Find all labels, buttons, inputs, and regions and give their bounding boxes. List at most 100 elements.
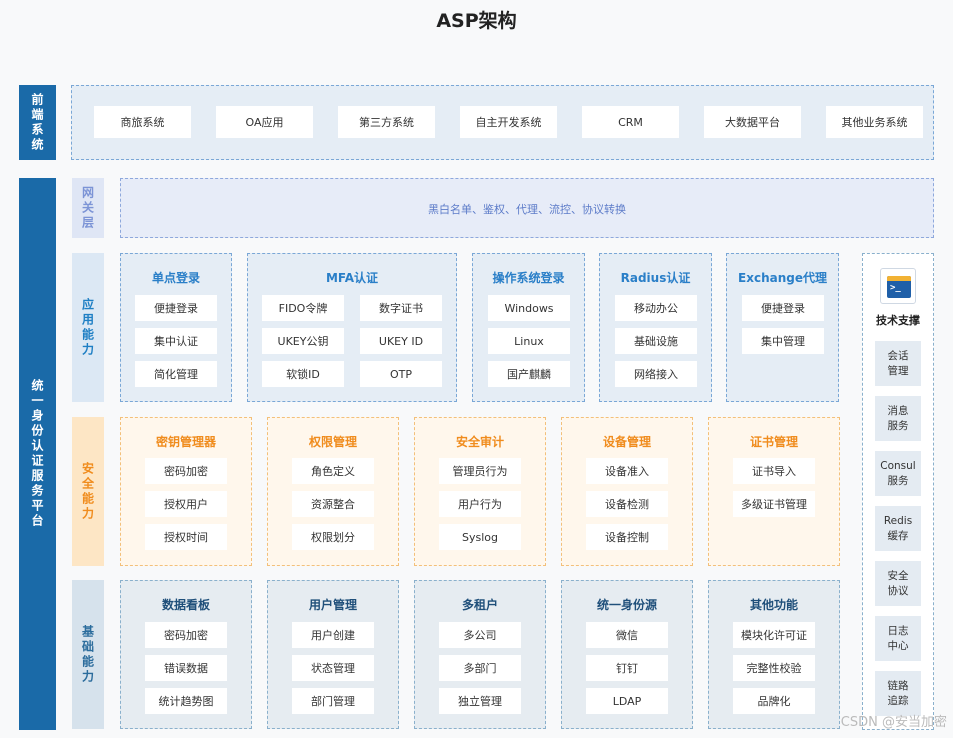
system-box[interactable]: 自主开发系统 bbox=[460, 106, 557, 138]
item-box[interactable]: 数字证书 bbox=[360, 295, 442, 321]
item-box[interactable]: 密码加密 bbox=[145, 622, 227, 648]
group-title: 数据看板 bbox=[161, 598, 210, 612]
support-item-line: 服务 bbox=[887, 419, 909, 432]
item-box[interactable]: 移动办公 bbox=[615, 295, 697, 321]
group-title: 操作系统登录 bbox=[492, 271, 565, 285]
item-box[interactable]: 授权时间 bbox=[145, 524, 227, 550]
support-item-line: 协议 bbox=[887, 584, 909, 597]
item-box[interactable]: 资源整合 bbox=[292, 491, 374, 517]
item-box[interactable]: Syslog bbox=[439, 524, 521, 550]
support-item-line: 会话 bbox=[887, 349, 909, 362]
base-label: 基础能力 bbox=[72, 580, 104, 729]
item-box[interactable]: 设备准入 bbox=[586, 458, 668, 484]
tech-support-title: 技术支撑 bbox=[876, 314, 920, 327]
item-box[interactable]: 多级证书管理 bbox=[733, 491, 815, 517]
support-item[interactable]: 链路 追踪 bbox=[875, 671, 921, 716]
item-box[interactable]: 密码加密 bbox=[145, 458, 227, 484]
group-title: 多租户 bbox=[461, 598, 498, 612]
support-item-line: 追踪 bbox=[887, 694, 909, 707]
item-box[interactable]: 模块化许可证 bbox=[733, 622, 815, 648]
support-item-line: 链路 bbox=[887, 679, 909, 692]
item-box[interactable]: Windows bbox=[488, 295, 570, 321]
support-item-line: 日志 bbox=[887, 624, 909, 637]
item-box[interactable]: 多部门 bbox=[439, 655, 521, 681]
group-title: 安全审计 bbox=[455, 435, 504, 449]
security-label: 安全能力 bbox=[72, 417, 104, 566]
item-box[interactable]: 角色定义 bbox=[292, 458, 374, 484]
terminal-icon: >_ bbox=[880, 268, 916, 304]
support-item[interactable]: 消息 服务 bbox=[875, 396, 921, 441]
support-item[interactable]: Consul 服务 bbox=[875, 451, 921, 496]
support-item[interactable]: 会话 管理 bbox=[875, 341, 921, 386]
item-box[interactable]: 集中管理 bbox=[742, 328, 824, 354]
support-item-line: 安全 bbox=[887, 569, 909, 582]
group-title: 权限管理 bbox=[308, 435, 357, 449]
item-box[interactable]: 证书导入 bbox=[733, 458, 815, 484]
group-title: 用户管理 bbox=[308, 598, 357, 612]
item-box[interactable]: 部门管理 bbox=[292, 688, 374, 714]
item-box[interactable]: UKEY公钥 bbox=[262, 328, 344, 354]
item-box[interactable]: 用户行为 bbox=[439, 491, 521, 517]
item-box[interactable]: FIDO令牌 bbox=[262, 295, 344, 321]
group-title: 统一身份源 bbox=[596, 598, 657, 612]
support-item-line: 消息 bbox=[887, 404, 909, 417]
item-box[interactable]: 统计趋势图 bbox=[145, 688, 227, 714]
group-title: 密钥管理器 bbox=[155, 435, 216, 449]
support-item-line: 缓存 bbox=[887, 529, 909, 542]
support-item-line: 中心 bbox=[887, 639, 909, 652]
item-box[interactable]: 状态管理 bbox=[292, 655, 374, 681]
item-box[interactable]: 完整性校验 bbox=[733, 655, 815, 681]
item-box[interactable]: 品牌化 bbox=[733, 688, 815, 714]
item-box[interactable]: 基础设施 bbox=[615, 328, 697, 354]
group-title: 其他功能 bbox=[749, 598, 798, 612]
item-box[interactable]: 用户创建 bbox=[292, 622, 374, 648]
page-title: ASP架构 bbox=[436, 10, 517, 32]
item-box[interactable]: 权限划分 bbox=[292, 524, 374, 550]
system-box[interactable]: 其他业务系统 bbox=[826, 106, 923, 138]
support-item-line: 管理 bbox=[887, 364, 909, 377]
item-box[interactable]: OTP bbox=[360, 361, 442, 387]
item-box[interactable]: 便捷登录 bbox=[742, 295, 824, 321]
item-box[interactable]: LDAP bbox=[586, 688, 668, 714]
group-title: 单点登录 bbox=[151, 271, 200, 285]
system-box[interactable]: 大数据平台 bbox=[704, 106, 801, 138]
item-box[interactable]: 网络接入 bbox=[615, 361, 697, 387]
gateway-label: 网关层 bbox=[72, 178, 104, 238]
item-box[interactable]: 授权用户 bbox=[145, 491, 227, 517]
gateway-text: 黑白名单、鉴权、代理、流控、协议转换 bbox=[428, 203, 626, 216]
group-title: 设备管理 bbox=[602, 435, 651, 449]
item-box[interactable]: 管理员行为 bbox=[439, 458, 521, 484]
support-item-line: 服务 bbox=[887, 474, 909, 487]
item-box[interactable]: 国产麒麟 bbox=[488, 361, 570, 387]
watermark: CSDN @安当加密 bbox=[840, 715, 947, 730]
item-box[interactable]: 简化管理 bbox=[135, 361, 217, 387]
system-box[interactable]: CRM bbox=[582, 106, 679, 138]
group-title: Radius认证 bbox=[620, 271, 691, 285]
system-box[interactable]: 商旅系统 bbox=[94, 106, 191, 138]
group-title: MFA认证 bbox=[325, 271, 379, 285]
item-box[interactable]: 软锁ID bbox=[262, 361, 344, 387]
support-item[interactable]: Redis 缓存 bbox=[875, 506, 921, 551]
support-item[interactable]: 安全 协议 bbox=[875, 561, 921, 606]
support-item-line: Redis bbox=[883, 514, 913, 527]
item-box[interactable]: 设备检测 bbox=[586, 491, 668, 517]
item-box[interactable]: 便捷登录 bbox=[135, 295, 217, 321]
group-title: Exchange代理 bbox=[738, 271, 827, 285]
item-box[interactable]: 错误数据 bbox=[145, 655, 227, 681]
support-item-line: Consul bbox=[880, 459, 916, 472]
group-title: 证书管理 bbox=[749, 435, 798, 449]
item-box[interactable]: UKEY ID bbox=[360, 328, 442, 354]
item-box[interactable]: 微信 bbox=[586, 622, 668, 648]
item-box[interactable]: 集中认证 bbox=[135, 328, 217, 354]
item-box[interactable]: 钉钉 bbox=[586, 655, 668, 681]
platform-label: 统一身份认证服务平台 bbox=[19, 178, 56, 730]
item-box[interactable]: 设备控制 bbox=[586, 524, 668, 550]
item-box[interactable]: Linux bbox=[488, 328, 570, 354]
support-item[interactable]: 日志 中心 bbox=[875, 616, 921, 661]
item-box[interactable]: 独立管理 bbox=[439, 688, 521, 714]
app-label: 应用能力 bbox=[72, 253, 104, 402]
system-box[interactable]: OA应用 bbox=[216, 106, 313, 138]
item-box[interactable]: 多公司 bbox=[439, 622, 521, 648]
frontend-label: 前端系统 bbox=[19, 85, 56, 160]
system-box[interactable]: 第三方系统 bbox=[338, 106, 435, 138]
